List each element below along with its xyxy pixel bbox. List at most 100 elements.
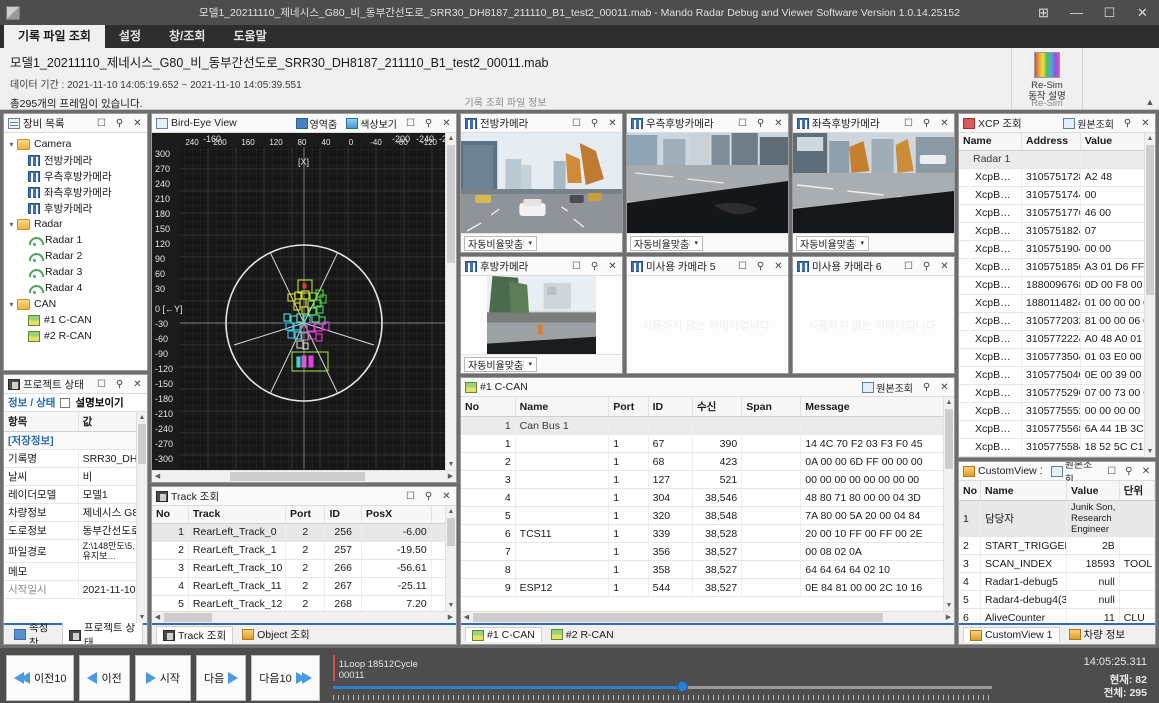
prev10-button[interactable]: 이전10: [6, 655, 74, 701]
table-row[interactable]: 6AliveCounter11CLU: [959, 609, 1155, 624]
project-status-maximize-icon[interactable]: ☐: [94, 379, 109, 390]
table-row[interactable]: XcpB…310577558418 52 5C C1: [959, 438, 1155, 456]
camera-right-rear-pin-icon[interactable]: ⚲: [753, 118, 768, 129]
resim-spectrum-icon[interactable]: [1034, 52, 1060, 78]
tree-node-left-rear-camera[interactable]: 좌측후방카메라: [6, 184, 147, 200]
scroll-left-icon[interactable]: ◀: [152, 612, 163, 623]
table-row[interactable]: 1 담당자 Junik Son, Research Engineer: [959, 501, 1155, 537]
chevron-down-icon[interactable]: ▾: [523, 239, 536, 247]
scroll-up-icon[interactable]: ▲: [446, 133, 456, 144]
camera-rear-pin-icon[interactable]: ⚲: [587, 261, 602, 272]
camera-right-rear-maximize-icon[interactable]: ☐: [735, 118, 750, 129]
can-group-row[interactable]: 1 Can Bus 1: [461, 417, 954, 435]
xcp-group-row[interactable]: Radar 1: [959, 150, 1155, 168]
tab-object-view[interactable]: Object 조회: [236, 626, 316, 643]
tree-node-right-rear-camera[interactable]: 우측후방카메라: [6, 168, 147, 184]
tree-node-radar[interactable]: ▾ Radar: [6, 216, 147, 232]
show-description-checkbox[interactable]: [60, 398, 70, 408]
table-row[interactable]: 8135838,52764 64 64 64 02 10: [461, 561, 954, 579]
tree-node-can[interactable]: ▾ CAN: [6, 296, 147, 312]
table-row[interactable]: 3 RearLeft_Track_10 2 266 -56.61: [152, 559, 456, 577]
table-row[interactable]: XcpB…310577350401 03 E0 00 57…: [959, 348, 1155, 366]
maximize-button[interactable]: ☐: [1093, 0, 1126, 25]
next10-button[interactable]: 다음10: [251, 655, 319, 701]
bird-eye-close-icon[interactable]: ✕: [439, 118, 454, 129]
table-row[interactable]: 3SCAN_INDEX18593TOOL: [959, 555, 1155, 573]
tree-node-r-can[interactable]: #2 R-CAN: [6, 328, 147, 344]
table-row[interactable]: 5 RearLeft_Track_12 2 268 7.20: [152, 595, 456, 611]
tree-node-radar-2[interactable]: Radar 2: [6, 248, 147, 264]
scroll-down-icon[interactable]: ▼: [446, 459, 456, 470]
scroll-down-icon[interactable]: ▼: [446, 600, 456, 611]
project-status-pin-icon[interactable]: ⚲: [112, 379, 127, 390]
camera-left-rear-pin-icon[interactable]: ⚲: [919, 118, 934, 129]
chevron-down-icon[interactable]: ▾: [689, 239, 702, 247]
table-row[interactable]: XcpB…310577555200 00 00 00: [959, 402, 1155, 420]
project-status-close-icon[interactable]: ✕: [130, 379, 145, 390]
custom-view-close-icon[interactable]: ✕: [1139, 466, 1153, 477]
seek-track-filled[interactable]: [333, 686, 682, 689]
table-row[interactable]: XcpB…310577203281 00 00 06 00…: [959, 312, 1155, 330]
scroll-up-icon[interactable]: ▲: [944, 397, 954, 408]
can-vscrollbar[interactable]: ▲ ▼: [943, 397, 954, 611]
table-row[interactable]: XcpB…31057750400E 00 39 00 3D…: [959, 366, 1155, 384]
table-row[interactable]: 2START_TRIGGER2B: [959, 537, 1155, 555]
device-list-pin-icon[interactable]: ⚲: [112, 118, 127, 129]
table-row[interactable]: 기록명SRR30_DH8187…: [4, 450, 147, 468]
table-row[interactable]: 7135638,52700 08 02 0A: [461, 543, 954, 561]
tree-node-c-can[interactable]: #1 C-CAN: [6, 312, 147, 328]
project-status-tab-label[interactable]: 정보 / 상태: [8, 395, 55, 410]
camera-front-image[interactable]: [461, 133, 622, 233]
track-hscrollbar[interactable]: ◀ ▶: [152, 611, 456, 623]
track-view-pin-icon[interactable]: ⚲: [421, 491, 436, 502]
scroll-up-icon[interactable]: ▲: [1145, 133, 1155, 144]
tab-c-can[interactable]: #1 C-CAN: [465, 627, 542, 642]
xcp-raw-view-button[interactable]: 원본조회: [1060, 116, 1117, 131]
table-row[interactable]: XcpB…3105751856A3 01 D6 FF D8…: [959, 258, 1155, 276]
table-row[interactable]: XcpB…310575190400 00: [959, 240, 1155, 258]
can-view-pin-icon[interactable]: ⚲: [919, 382, 934, 393]
table-row[interactable]: XcpB…3105772224A0 48 A0 01 02…: [959, 330, 1155, 348]
bird-eye-canvas[interactable]: 240200160 1208040 0-40-80 -120 300 270 2…: [152, 133, 456, 470]
ribbon-tab-help[interactable]: 도움말: [219, 24, 280, 48]
color-view-button[interactable]: 색상보기: [343, 116, 400, 131]
camera-left-rear-close-icon[interactable]: ✕: [937, 118, 952, 129]
tree-node-camera[interactable]: ▾ Camera: [6, 136, 147, 152]
xcp-view-close-icon[interactable]: ✕: [1138, 118, 1153, 129]
tab-custom-view-1[interactable]: CustomView 1: [963, 627, 1060, 642]
table-row[interactable]: XcpB…310575177646 00: [959, 204, 1155, 222]
custom-view-maximize-icon[interactable]: ☐: [1105, 466, 1119, 477]
table-row[interactable]: XcpB…310575182407: [959, 222, 1155, 240]
project-status-vscrollbar[interactable]: ▲ ▼: [136, 412, 147, 623]
track-view-close-icon[interactable]: ✕: [439, 491, 454, 502]
scroll-left-icon[interactable]: ◀: [152, 471, 163, 482]
camera-unused-5-area[interactable]: 사용하지 않는 카메라입니다.: [627, 276, 788, 373]
camera-front-maximize-icon[interactable]: ☐: [569, 118, 584, 129]
bird-eye-maximize-icon[interactable]: ☐: [403, 118, 418, 129]
tree-node-front-camera[interactable]: 전방카메라: [6, 152, 147, 168]
camera-unused-6-close-icon[interactable]: ✕: [937, 261, 952, 272]
ribbon-tab-window-view[interactable]: 창/조회: [155, 24, 219, 48]
tab-vehicle-info[interactable]: 차량 정보: [1063, 626, 1132, 643]
scroll-right-icon[interactable]: ▶: [445, 612, 456, 623]
table-row[interactable]: 날씨비: [4, 468, 147, 486]
bird-eye-vscrollbar[interactable]: ▲ ▼: [445, 133, 456, 470]
can-view-close-icon[interactable]: ✕: [937, 382, 952, 393]
scroll-right-icon[interactable]: ▶: [445, 471, 456, 482]
minimize-button[interactable]: —: [1060, 0, 1093, 25]
camera-unused-6-maximize-icon[interactable]: ☐: [901, 261, 916, 272]
table-row[interactable]: 6TCS11133938,52820 00 10 FF 00 FF 00 2E: [461, 525, 954, 543]
scroll-right-icon[interactable]: ▶: [943, 612, 954, 623]
track-vscrollbar[interactable]: ▲ ▼: [445, 506, 456, 611]
camera-unused-5-close-icon[interactable]: ✕: [771, 261, 786, 272]
table-row[interactable]: 116739014 4C 70 F2 03 F3 F0 45: [461, 435, 954, 453]
scroll-down-icon[interactable]: ▼: [1145, 446, 1155, 457]
table-row[interactable]: 3112752100 00 00 00 00 00 00 00: [461, 471, 954, 489]
chevron-down-icon[interactable]: ▾: [6, 140, 17, 149]
table-row[interactable]: XcpB…310577529607 00 73 00 6E…: [959, 384, 1155, 402]
camera-unused-6-pin-icon[interactable]: ⚲: [919, 261, 934, 272]
camera-front-scale-combo[interactable]: 자동비율맞춤 ▾: [464, 236, 537, 251]
table-row[interactable]: XcpB…310575174400: [959, 186, 1155, 204]
play-button[interactable]: 시작: [135, 655, 191, 701]
camera-left-rear-maximize-icon[interactable]: ☐: [901, 118, 916, 129]
